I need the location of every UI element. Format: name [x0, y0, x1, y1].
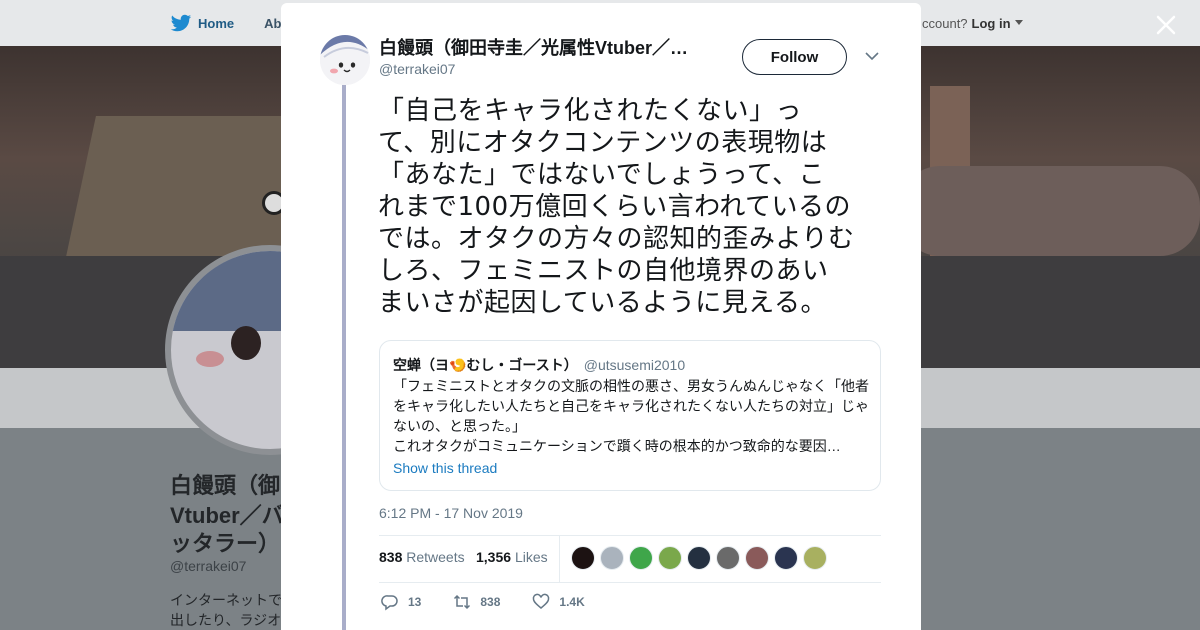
- thread-connector-line: [342, 85, 346, 630]
- retweets-count: 838: [379, 549, 403, 565]
- retweets-stat[interactable]: 838 Retweets: [379, 549, 465, 565]
- nav-links: Home Abo: [170, 0, 289, 46]
- quoted-tweet-header: 空蝉（ヨ🍤むし・ゴースト） @utsusemi2010: [393, 355, 685, 375]
- retweet-button[interactable]: 838: [453, 593, 500, 611]
- author-avatar[interactable]: [320, 35, 370, 85]
- liker-avatar[interactable]: [716, 546, 740, 570]
- quoted-author-name: 空蝉（ヨ🍤むし・ゴースト）: [393, 357, 578, 373]
- profile-name-line1: 白饅頭（御田: [170, 473, 290, 498]
- liker-avatar[interactable]: [774, 546, 798, 570]
- reply-button[interactable]: 13: [381, 593, 421, 611]
- chevron-down-icon[interactable]: [865, 51, 879, 61]
- heart-icon: [533, 593, 550, 609]
- twitter-bird-icon: [170, 14, 192, 32]
- stats-divider-bottom: [379, 582, 881, 583]
- quoted-text-line: 「フェミニストとオタクの文脈の相性の悪さ、男女うんぬんじゃなく「他者: [393, 378, 869, 394]
- likes-stat[interactable]: 1,356 Likes: [476, 549, 548, 565]
- tweet-text-line: しろ、フェミニストの自他境界のあい: [378, 256, 829, 286]
- stats-divider-top: [379, 535, 881, 536]
- retweet-icon: [454, 594, 471, 610]
- tweet-text-line: まいさが起因しているように見える。: [378, 288, 827, 318]
- liker-avatar[interactable]: [803, 546, 827, 570]
- tweet-text-line: 「あなた」ではないでしょうって、こ: [378, 160, 826, 190]
- tweet-timestamp[interactable]: 6:12 PM - 17 Nov 2019: [379, 505, 523, 521]
- nav-home-link[interactable]: Home: [170, 12, 234, 34]
- author-name[interactable]: 白饅頭（御田寺圭／光属性Vtuber／…: [379, 37, 699, 59]
- tweet-text-line: では。オタクの方々の認知的歪みよりむ: [378, 224, 855, 254]
- profile-handle: @terrakei07: [170, 558, 247, 574]
- quoted-text-line: これオタクがコミュニケーションで躓く時の根本的かつ致命的な要因…: [393, 438, 841, 454]
- avatar-eye: [231, 326, 261, 360]
- tweet-actions: 13 838 1.4K: [381, 593, 617, 611]
- quoted-text-line: ないの、と思った。」: [393, 418, 526, 434]
- liker-avatar[interactable]: [600, 546, 624, 570]
- reply-count: 13: [408, 595, 422, 609]
- avatar-character-icon: [320, 35, 370, 85]
- nav-account-text: ccount?: [922, 15, 968, 31]
- quoted-tweet-text: 「フェミニストとオタクの文脈の相性の悪さ、男女うんぬんじゃなく「他者 をキャラ化…: [393, 376, 873, 456]
- tweet-text-line: 「自己をキャラ化されたくない」っ: [378, 96, 803, 126]
- profile-name-line2: Vtuber／バ: [170, 503, 284, 528]
- avatar-blush: [196, 351, 224, 367]
- stats-divider-vertical: [559, 535, 560, 582]
- like-count: 1.4K: [559, 595, 585, 609]
- nav-home-label: Home: [198, 15, 235, 31]
- author-handle[interactable]: @terrakei07: [379, 61, 455, 77]
- show-thread-link[interactable]: Show this thread: [393, 460, 497, 476]
- liker-avatars: [571, 546, 827, 570]
- retweets-label: Retweets: [406, 549, 465, 565]
- quoted-tweet-card[interactable]: 空蝉（ヨ🍤むし・ゴースト） @utsusemi2010 「フェミニストとオタクの文…: [379, 340, 881, 491]
- caret-down-icon: [1014, 20, 1023, 25]
- tweet-modal: 白饅頭（御田寺圭／光属性Vtuber／… @terrakei07 Follow …: [281, 3, 921, 630]
- close-icon[interactable]: [1153, 12, 1179, 38]
- liker-avatar[interactable]: [571, 546, 595, 570]
- liker-avatar[interactable]: [745, 546, 769, 570]
- tweet-text-line: れまで100万億回くらい言われているの: [378, 192, 852, 222]
- reply-icon: [381, 595, 398, 611]
- profile-bio-line2: 出したり、ラジオ: [170, 612, 282, 628]
- like-button[interactable]: 1.4K: [532, 593, 585, 611]
- profile-name-line3: ッタラー）: [170, 531, 281, 556]
- likes-count: 1,356: [476, 549, 512, 565]
- liker-avatar[interactable]: [629, 546, 653, 570]
- liker-avatar[interactable]: [658, 546, 682, 570]
- quoted-text-line: をキャラ化したい人たちと自己をキャラ化されたくない人たちの対立」じゃ: [393, 398, 869, 414]
- liker-avatar[interactable]: [687, 546, 711, 570]
- follow-button[interactable]: Follow: [742, 39, 847, 75]
- likes-label: Likes: [514, 549, 548, 565]
- login-link[interactable]: Log in: [972, 16, 1011, 31]
- nav-account-area: ccount? Log in: [922, 0, 1023, 46]
- retweet-count: 838: [480, 595, 501, 609]
- profile-bio-line1: インターネットで: [170, 592, 282, 608]
- tweet-text-line: て、別にオタクコンテンツの表現物は: [378, 128, 828, 158]
- quoted-author-handle: @utsusemi2010: [583, 357, 686, 373]
- banner-sofa: [900, 166, 1200, 256]
- tweet-text: 「自己をキャラ化されたくない」っ て、別にオタクコンテンツの表現物は 「あなた」…: [378, 95, 888, 319]
